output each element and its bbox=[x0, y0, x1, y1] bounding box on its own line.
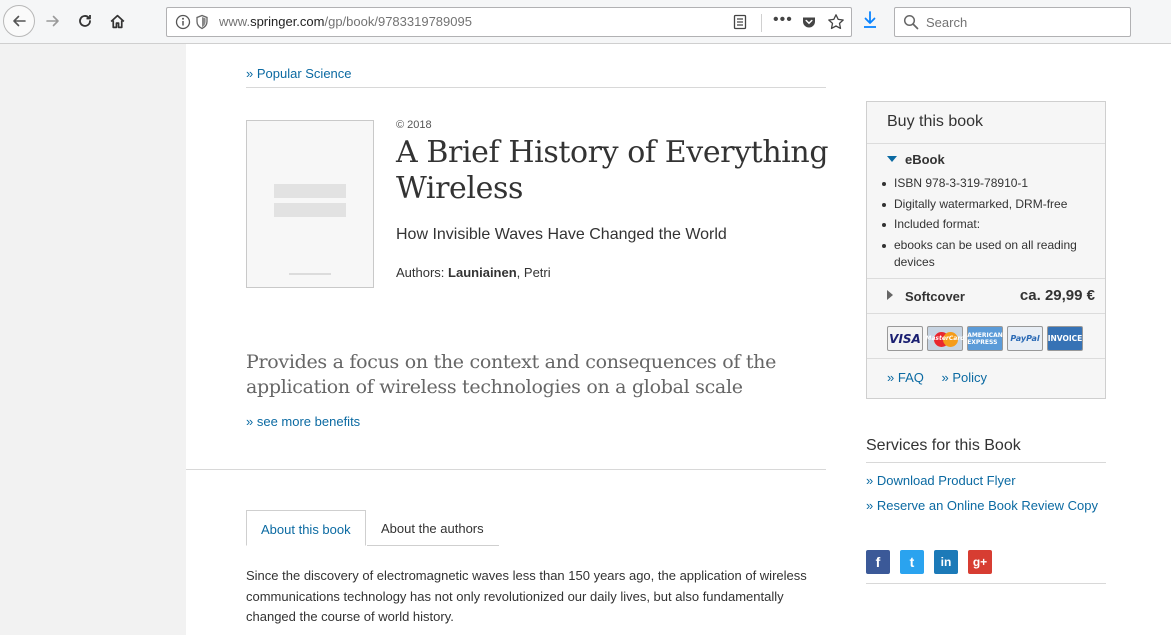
arrow-left-icon bbox=[13, 15, 26, 27]
softcover-option-toggle[interactable]: Softcover ca. 29,99 € bbox=[867, 278, 1105, 314]
mastercard-text: MasterCard bbox=[925, 335, 965, 342]
url-bar[interactable]: www.springer.com/gp/book/9783319789095 •… bbox=[166, 7, 852, 37]
softcover-price: ca. 29,99 € bbox=[1019, 287, 1095, 304]
reader-view-icon[interactable] bbox=[732, 14, 748, 35]
key-benefit: Provides a focus on the context and cons… bbox=[246, 351, 777, 398]
amex-icon: AMERICAN EXPRESS bbox=[967, 326, 1003, 351]
divider bbox=[246, 87, 826, 88]
invoice-icon: INVOICE bbox=[1047, 326, 1083, 351]
url-text[interactable]: www.springer.com/gp/book/9783319789095 bbox=[219, 14, 472, 29]
review-copy-link[interactable]: » Reserve an Online Book Review Copy bbox=[866, 498, 1106, 513]
ebook-details: ISBN 978-3-319-78910-1 Digitally waterma… bbox=[881, 175, 1096, 274]
policy-link[interactable]: » Policy bbox=[941, 370, 987, 385]
book-subtitle: How Invisible Waves Have Changed the Wor… bbox=[396, 226, 727, 243]
triangle-right-icon bbox=[887, 290, 893, 300]
tab-about-the-authors[interactable]: About the authors bbox=[367, 510, 499, 546]
ebook-label: eBook bbox=[905, 152, 945, 167]
shield-icon[interactable] bbox=[195, 14, 209, 35]
home-icon bbox=[110, 14, 124, 28]
twitter-icon[interactable]: t bbox=[900, 550, 924, 574]
breadcrumb-popular-science[interactable]: » Popular Science bbox=[246, 66, 352, 81]
forward-button[interactable] bbox=[38, 6, 68, 36]
authors-label: Authors: bbox=[396, 265, 445, 280]
back-button[interactable] bbox=[3, 5, 35, 37]
faq-link[interactable]: » FAQ bbox=[887, 370, 924, 385]
downloads-button[interactable] bbox=[862, 11, 878, 34]
reload-icon bbox=[79, 15, 91, 27]
services-title: Services for this Book bbox=[866, 437, 1106, 463]
softcover-label: Softcover bbox=[887, 289, 965, 304]
reload-button[interactable] bbox=[70, 6, 100, 36]
ebook-isbn: ISBN 978-3-319-78910-1 bbox=[881, 175, 1096, 192]
home-button[interactable] bbox=[102, 6, 132, 36]
tab-about-this-book[interactable]: About this book bbox=[246, 510, 366, 546]
divider bbox=[186, 469, 826, 470]
search-bar[interactable]: Search bbox=[894, 7, 1131, 37]
buy-box: Buy this book eBook ISBN 978-3-319-78910… bbox=[866, 101, 1106, 399]
ebook-drm: Digitally watermarked, DRM-free bbox=[881, 196, 1096, 213]
visa-icon: VISA bbox=[887, 326, 923, 351]
url-separator bbox=[761, 14, 762, 32]
pocket-icon[interactable] bbox=[801, 14, 817, 35]
ebook-option-toggle[interactable]: eBook bbox=[887, 152, 945, 167]
about-book-text: Since the discovery of electromagnetic w… bbox=[246, 568, 807, 624]
search-placeholder: Search bbox=[926, 15, 968, 30]
book-tabs: About this book About the authors bbox=[246, 510, 826, 546]
url-host: springer.com bbox=[250, 14, 325, 29]
author-last-name[interactable]: Launiainen bbox=[448, 265, 517, 280]
cover-bar bbox=[289, 273, 331, 275]
googleplus-icon[interactable]: g+ bbox=[968, 550, 992, 574]
download-flyer-link[interactable]: » Download Product Flyer bbox=[866, 473, 1106, 488]
browser-toolbar: www.springer.com/gp/book/9783319789095 •… bbox=[0, 0, 1171, 44]
search-icon bbox=[903, 14, 919, 35]
ebook-devices: ebooks can be used on all reading device… bbox=[881, 237, 1096, 271]
cover-bar bbox=[274, 203, 346, 217]
arrow-right-icon bbox=[46, 15, 59, 27]
page-content: » Popular Science © 2018 A Brief History… bbox=[186, 44, 1171, 635]
buy-box-title: Buy this book bbox=[867, 102, 1105, 144]
social-share: f t in g+ bbox=[866, 550, 1106, 584]
softcover-text: Softcover bbox=[905, 289, 965, 304]
book-authors: Authors: Launiainen, Petri bbox=[396, 265, 551, 280]
book-cover-placeholder bbox=[246, 120, 374, 288]
buy-box-footer: » FAQ » Policy bbox=[867, 358, 1105, 396]
download-icon bbox=[864, 11, 876, 28]
book-title: A Brief History of Everything Wireless bbox=[396, 135, 829, 206]
copyright-year: © 2018 bbox=[396, 119, 432, 131]
bookmark-star-icon[interactable] bbox=[827, 13, 845, 36]
info-icon[interactable] bbox=[175, 14, 191, 35]
linkedin-icon[interactable]: in bbox=[934, 550, 958, 574]
author-first-name: , Petri bbox=[516, 265, 551, 280]
page-actions-icon[interactable]: ••• bbox=[773, 11, 793, 29]
cover-bar bbox=[274, 184, 346, 198]
paypal-icon: PayPal bbox=[1007, 326, 1043, 351]
services-section: Services for this Book » Download Produc… bbox=[866, 437, 1106, 513]
triangle-down-icon bbox=[887, 156, 897, 162]
ebook-format: Included format: bbox=[881, 216, 1096, 233]
url-prefix: www. bbox=[219, 14, 251, 29]
see-more-benefits-link[interactable]: » see more benefits bbox=[246, 414, 360, 429]
facebook-icon[interactable]: f bbox=[866, 550, 890, 574]
url-path: /gp/book/9783319789095 bbox=[324, 14, 472, 29]
mastercard-icon: MasterCard bbox=[925, 326, 965, 351]
